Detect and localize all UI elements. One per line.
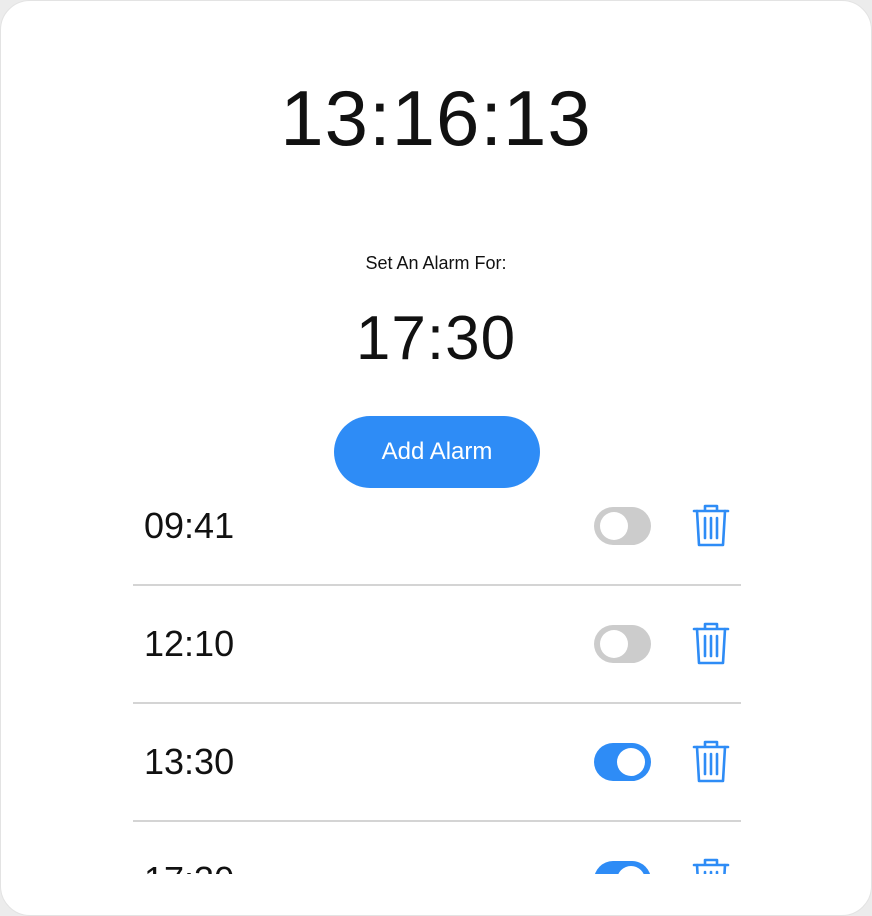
alarm-time: 09:41: [144, 505, 235, 546]
alarm-time-input[interactable]: [304, 301, 568, 377]
trash-icon[interactable]: [691, 504, 731, 548]
current-time-display: 13:16:13: [280, 74, 592, 162]
toggle-knob: [617, 748, 645, 776]
set-alarm-label: Set An Alarm For:: [365, 253, 507, 273]
alarm-toggle[interactable]: [594, 625, 651, 663]
alarm-toggle[interactable]: [594, 861, 651, 874]
alarm-row: 17:30: [133, 822, 741, 874]
alarm-time: 13:30: [144, 741, 235, 782]
trash-icon[interactable]: [691, 622, 731, 666]
alarm-row: 09:41: [133, 493, 741, 586]
alarm-toggle[interactable]: [594, 507, 651, 545]
alarm-time: 12:10: [144, 623, 235, 664]
alarm-list[interactable]: 09:41 12:10 13:30: [133, 493, 741, 874]
alarm-time: 17:30: [144, 822, 234, 874]
trash-icon[interactable]: [691, 740, 731, 784]
trash-icon[interactable]: [691, 858, 731, 874]
alarm-row: 12:10: [133, 586, 741, 704]
toggle-knob: [617, 866, 645, 874]
alarm-list-content: 09:41 12:10 13:30: [133, 493, 741, 874]
toggle-knob: [600, 512, 628, 540]
alarm-row: 13:30: [133, 704, 741, 822]
alarm-clock-card: 13:16:13 Set An Alarm For: Add Alarm 09:…: [0, 0, 872, 916]
toggle-knob: [600, 630, 628, 658]
alarm-toggle[interactable]: [594, 743, 651, 781]
add-alarm-button[interactable]: Add Alarm: [334, 416, 540, 488]
